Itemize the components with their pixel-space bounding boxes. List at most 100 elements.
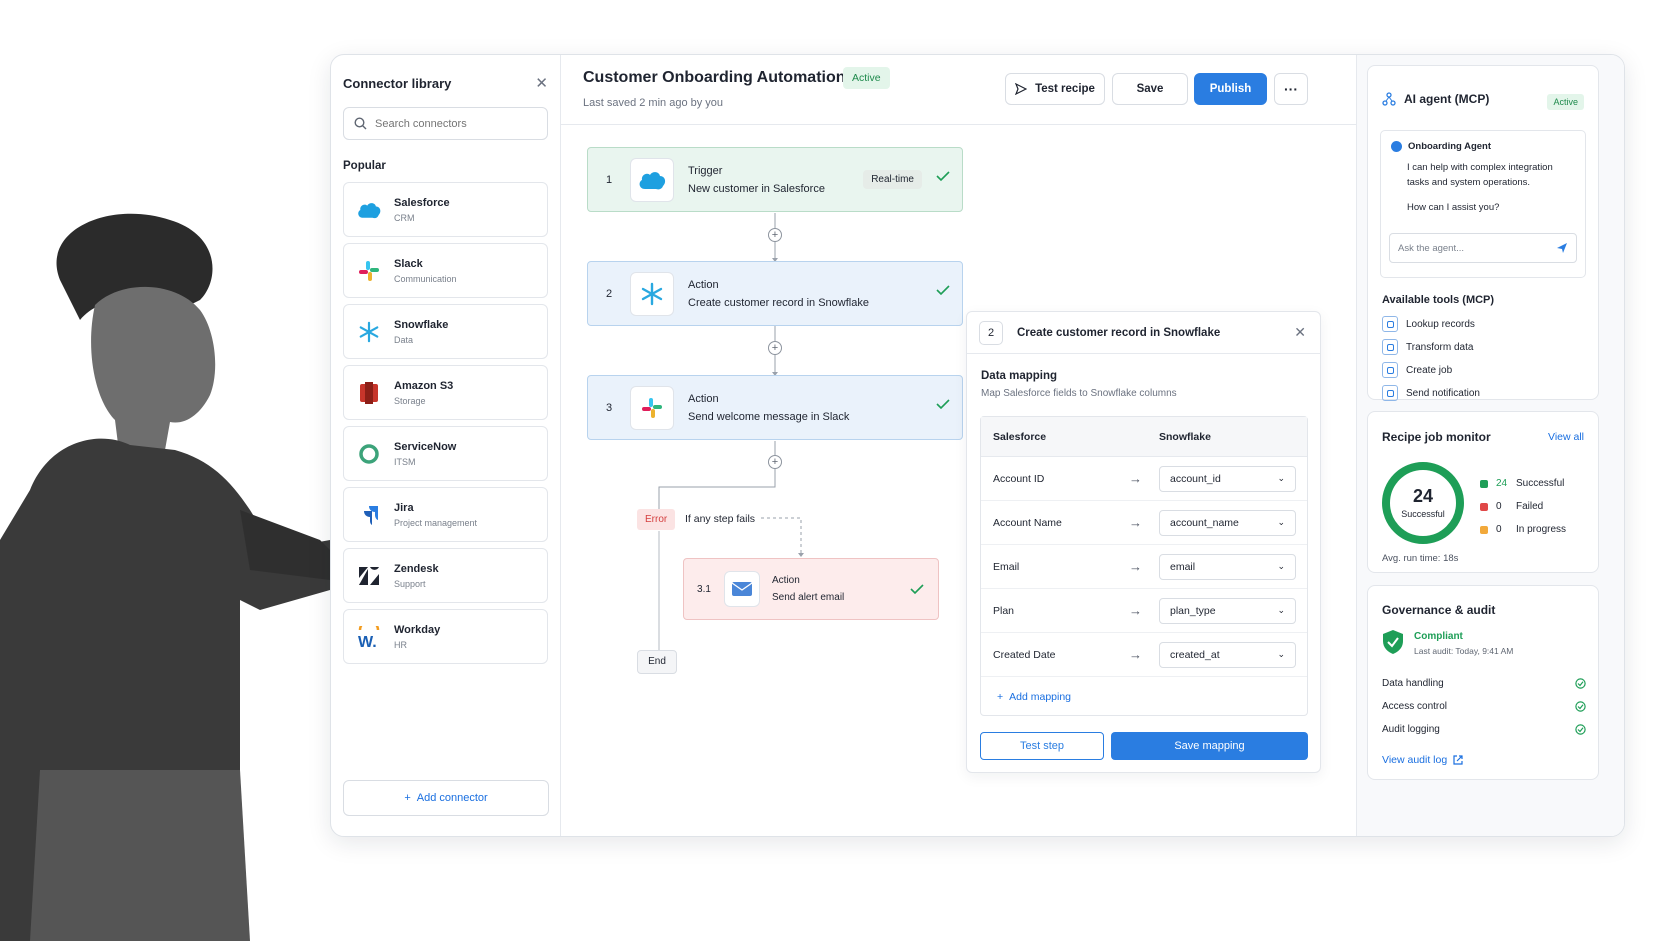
connector-item[interactable]: ServiceNow ITSM [343, 426, 548, 481]
monitor-stat: 24 Successful [1480, 478, 1564, 489]
check-label: Audit logging [1382, 724, 1440, 735]
step-detail-panel: 2 Create customer record in Snowflake ✕ … [966, 311, 1321, 773]
add-step-plus-1[interactable]: + [768, 228, 782, 242]
connector-category: Support [394, 578, 426, 589]
search-input[interactable] [375, 117, 525, 130]
connector-item[interactable]: Salesforce CRM [343, 182, 548, 237]
stat-value: 0 [1496, 501, 1502, 512]
end-node: End [637, 650, 677, 674]
target-column-select[interactable]: created_at ⌄ [1159, 641, 1296, 668]
add-step-plus-2[interactable]: + [768, 341, 782, 355]
connector-category: Data [394, 334, 414, 345]
connector-category: HR [394, 639, 407, 650]
agent-message: I can help with complex integration task… [1407, 162, 1553, 188]
connector-category: Storage [394, 395, 426, 406]
plus-icon: + [997, 691, 1004, 703]
add-mapping-button[interactable]: + Add mapping [981, 677, 1307, 717]
governance-card: Governance & audit Compliant Last audit:… [1367, 585, 1599, 780]
close-detail-icon[interactable]: ✕ [1294, 324, 1306, 341]
publish-label: Publish [1209, 83, 1252, 95]
view-all-link[interactable]: View all [1548, 431, 1584, 443]
save-mapping-button[interactable]: Save mapping [1111, 732, 1308, 760]
salesforce-icon [356, 197, 382, 223]
target-column-value: created_at [1170, 648, 1220, 661]
arrow-right-icon: → [1129, 647, 1142, 662]
test-step-button[interactable]: Test step [980, 732, 1104, 760]
send-icon[interactable] [1556, 242, 1568, 254]
step-action-snowflake[interactable]: 2 Action Create customer record in Snowf… [587, 261, 963, 326]
test-recipe-button[interactable]: Test recipe [1005, 73, 1105, 105]
target-column-select[interactable]: email ⌄ [1159, 553, 1296, 580]
ask-agent-input[interactable]: Ask the agent... [1389, 233, 1577, 263]
col-source: Salesforce [993, 430, 1047, 443]
connector-item[interactable]: Zendesk Support [343, 548, 548, 603]
arrow-right-icon: → [1129, 559, 1142, 574]
view-audit-log-label: View audit log [1382, 754, 1448, 766]
jira-icon [356, 502, 382, 528]
step-number: 3 [605, 401, 613, 414]
more-options-button[interactable]: ··· [1274, 73, 1308, 105]
app-window: Connector library ✕ Popular Salesforce C… [330, 54, 1625, 837]
servicenow-icon [356, 441, 382, 467]
external-link-icon [1453, 755, 1463, 765]
donut-label: Successful [1401, 509, 1445, 519]
target-column-select[interactable]: account_id ⌄ [1159, 465, 1296, 492]
step-description: Send welcome message in Slack [688, 410, 850, 423]
connector-item[interactable]: Amazon S3 Storage [343, 365, 548, 420]
slack-icon [630, 385, 674, 430]
add-step-plus-3[interactable]: + [768, 455, 782, 469]
target-column-value: account_name [1170, 516, 1239, 529]
target-column-select[interactable]: plan_type ⌄ [1159, 597, 1296, 624]
connector-item[interactable]: Jira Project management [343, 487, 548, 542]
svg-text:W.: W. [358, 634, 377, 648]
connector-name: Salesforce [394, 196, 450, 209]
publish-button[interactable]: Publish [1194, 73, 1267, 105]
save-button[interactable]: Save [1112, 73, 1188, 105]
close-library-icon[interactable]: ✕ [535, 74, 548, 92]
tool-item[interactable]: Lookup records [1382, 316, 1475, 332]
step-trigger[interactable]: 1 Trigger New customer in Salesforce Rea… [587, 147, 963, 212]
connector-item[interactable]: Snowflake Data [343, 304, 548, 359]
step-alert-email[interactable]: 3.1 Action Send alert email [683, 558, 939, 620]
connector-item[interactable]: W. Workday HR [343, 609, 548, 664]
monitor-stat: 0 Failed [1480, 501, 1543, 512]
source-field: Account ID [993, 472, 1045, 485]
detail-title: Create customer record in Snowflake [1017, 326, 1221, 339]
stat-label: In progress [1516, 524, 1567, 535]
agent-chat: Onboarding Agent I can help with complex… [1380, 130, 1586, 278]
step-chip: 2 [979, 320, 1003, 345]
error-condition-text: If any step fails [685, 513, 756, 525]
tool-item[interactable]: Send notification [1382, 385, 1480, 401]
page-title: Customer Onboarding Automation [583, 69, 846, 86]
col-target: Snowflake [1159, 430, 1211, 443]
check-icon [936, 285, 950, 296]
realtime-badge: Real-time [863, 170, 922, 189]
status-dot [1480, 479, 1488, 488]
arrow-right-icon: → [1129, 603, 1142, 618]
search-connectors[interactable] [343, 107, 548, 140]
error-badge: Error [637, 509, 676, 530]
connector-item[interactable]: Slack Communication [343, 243, 548, 298]
add-connector-label: Add connector [416, 792, 488, 804]
step-action-slack[interactable]: 3 Action Send welcome message in Slack [587, 375, 963, 440]
salesforce-icon [630, 157, 674, 202]
check-label: Data handling [1382, 678, 1444, 689]
tool-label: Lookup records [1406, 318, 1475, 330]
step-kind: Action [772, 575, 800, 586]
target-column-value: account_id [1170, 472, 1221, 485]
add-connector-button[interactable]: + Add connector [343, 780, 549, 816]
check-label: Access control [1382, 701, 1448, 712]
mapping-row: Account Name → account_name ⌄ [981, 501, 1307, 545]
recipe-header: Customer Onboarding Automation Active La… [561, 55, 1356, 125]
shield-check-icon [1383, 630, 1403, 654]
plus-icon: + [404, 792, 411, 804]
recipe-canvas: Customer Onboarding Automation Active La… [561, 55, 1356, 836]
view-audit-log-link[interactable]: View audit log [1382, 754, 1463, 766]
tool-item[interactable]: Transform data [1382, 339, 1473, 355]
step-number: 1 [605, 173, 613, 186]
step-kind: Trigger [688, 164, 723, 177]
status-dot [1480, 502, 1488, 511]
target-column-select[interactable]: account_name ⌄ [1159, 509, 1296, 536]
tool-item[interactable]: Create job [1382, 362, 1452, 378]
check-icon [936, 399, 950, 410]
